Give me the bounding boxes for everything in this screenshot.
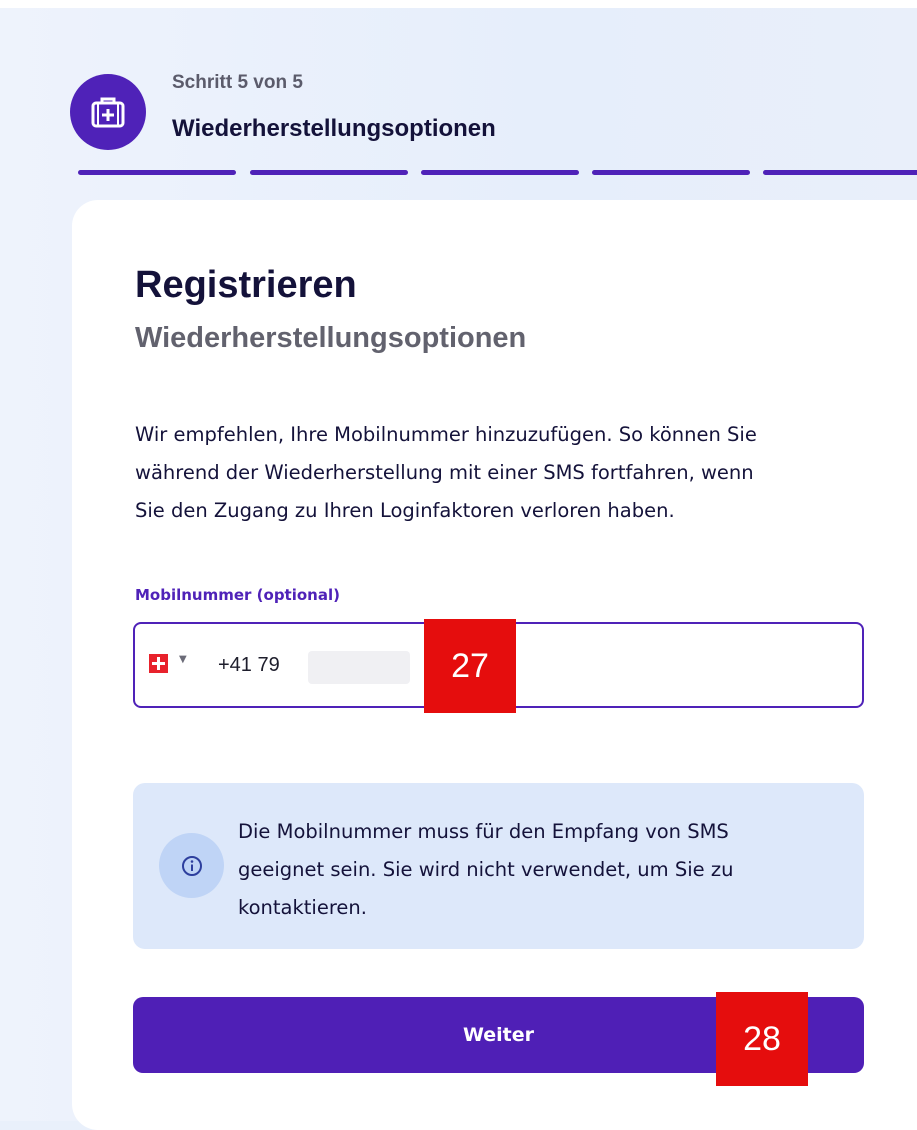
- progress-segment: [592, 170, 750, 175]
- intro-text: Wir empfehlen, Ihre Mobilnummer hinzuzuf…: [135, 416, 875, 530]
- progress-segment: [250, 170, 408, 175]
- annotation-marker: 27: [424, 619, 516, 713]
- page-subtitle: Wiederherstellungsoptionen: [135, 322, 527, 354]
- page-title: Registrieren: [135, 264, 357, 306]
- top-strip: [0, 0, 917, 8]
- step-title: Wiederherstellungsoptionen: [172, 115, 496, 142]
- progress-segment: [78, 170, 236, 175]
- progress-segment: [421, 170, 579, 175]
- info-line: kontaktieren.: [238, 896, 367, 919]
- info-text: Die Mobilnummer muss für den Empfang von…: [238, 813, 838, 927]
- country-dropdown-caret-icon[interactable]: ▼: [179, 654, 187, 665]
- first-aid-kit-icon: [70, 74, 146, 150]
- redacted-number: [308, 651, 410, 684]
- swiss-flag-icon[interactable]: [149, 654, 168, 673]
- intro-line: während der Wiederherstellung mit einer …: [135, 461, 754, 484]
- info-line: geeignet sein. Sie wird nicht verwendet,…: [238, 858, 734, 881]
- intro-line: Wir empfehlen, Ihre Mobilnummer hinzuzuf…: [135, 423, 757, 446]
- mobile-number-label: Mobilnummer (optional): [135, 586, 340, 604]
- info-icon: [159, 833, 224, 898]
- annotation-marker: 28: [716, 992, 808, 1086]
- intro-line: Sie den Zugang zu Ihren Loginfaktoren ve…: [135, 499, 675, 522]
- mobile-number-value: +41 79: [218, 654, 280, 676]
- progress-segment: [763, 170, 917, 175]
- info-line: Die Mobilnummer muss für den Empfang von…: [238, 820, 729, 843]
- step-counter: Schritt 5 von 5: [172, 72, 303, 93]
- info-box: Die Mobilnummer muss für den Empfang von…: [133, 783, 864, 949]
- progress-bar: [78, 170, 917, 176]
